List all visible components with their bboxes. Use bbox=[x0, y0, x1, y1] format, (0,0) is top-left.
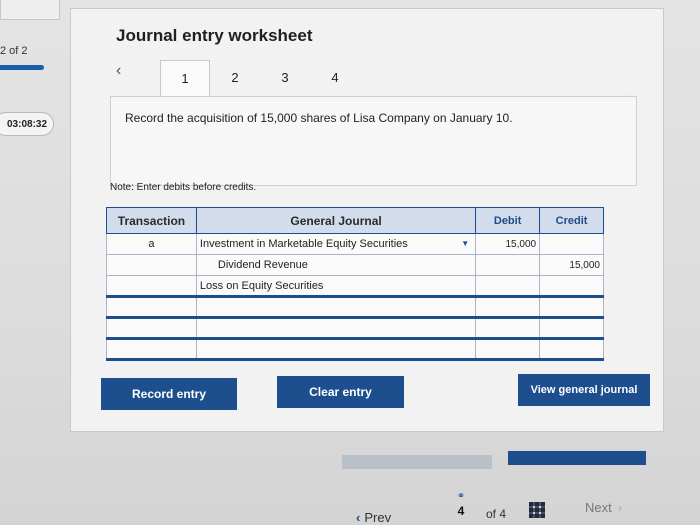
journal-table: Transaction General Journal Debit Credit… bbox=[106, 207, 604, 361]
current-page: 4 bbox=[457, 504, 465, 518]
account-text: Loss on Equity Securities bbox=[199, 279, 324, 292]
question-progress-bar bbox=[0, 65, 44, 70]
gray-progress-bar bbox=[342, 455, 492, 469]
table-row bbox=[106, 296, 604, 319]
page-title: Journal entry worksheet bbox=[116, 26, 313, 45]
prev-button[interactable]: ‹ Prev bbox=[356, 510, 391, 525]
debit-input[interactable] bbox=[475, 317, 541, 340]
page-total: of 4 bbox=[486, 507, 507, 521]
credit-input[interactable]: 15,000 bbox=[539, 254, 604, 276]
account-text: Dividend Revenue bbox=[217, 259, 308, 271]
view-general-journal-button[interactable]: View general journal bbox=[518, 374, 650, 406]
tab-4[interactable]: 4 bbox=[310, 60, 360, 94]
tab-1[interactable]: 1 bbox=[160, 60, 210, 96]
header-transaction: Transaction bbox=[106, 207, 197, 234]
account-select[interactable]: Loss on Equity Securities bbox=[195, 275, 477, 298]
debit-input[interactable] bbox=[475, 275, 541, 298]
entry-tabs: 1 2 3 4 bbox=[160, 60, 360, 96]
debit-input[interactable] bbox=[475, 254, 541, 276]
timer: 03:08:32 bbox=[0, 112, 54, 136]
question-counter: 2 of 2 bbox=[0, 45, 28, 57]
credit-input[interactable] bbox=[539, 317, 604, 340]
account-text: Investment in Marketable Equity Securiti… bbox=[199, 238, 408, 250]
grid-icon[interactable] bbox=[529, 502, 545, 518]
account-select[interactable] bbox=[195, 338, 477, 361]
debit-input[interactable] bbox=[475, 338, 541, 361]
next-button[interactable]: Next › bbox=[585, 500, 622, 515]
record-entry-button[interactable]: Record entry bbox=[101, 378, 237, 410]
tab-3[interactable]: 3 bbox=[260, 60, 310, 94]
table-row: a Investment in Marketable Equity Securi… bbox=[106, 233, 604, 255]
credit-input[interactable] bbox=[539, 296, 604, 319]
transaction-cell[interactable] bbox=[106, 296, 197, 319]
header-debit: Debit bbox=[475, 207, 541, 234]
table-row: Loss on Equity Securities bbox=[106, 275, 604, 298]
account-select[interactable] bbox=[195, 317, 477, 340]
account-select[interactable]: Investment in Marketable Equity Securiti… bbox=[195, 233, 477, 255]
sidebar-top-box bbox=[0, 0, 60, 20]
chevron-left-icon: ‹ bbox=[356, 510, 361, 525]
clear-entry-button[interactable]: Clear entry bbox=[277, 376, 404, 408]
prev-label: Prev bbox=[364, 510, 392, 525]
transaction-cell[interactable] bbox=[106, 275, 197, 298]
note-text: Note: Enter debits before credits. bbox=[110, 182, 257, 193]
transaction-cell[interactable] bbox=[106, 254, 197, 276]
page-selector[interactable]: ⚭ 4 bbox=[450, 490, 472, 520]
next-label: Next bbox=[585, 500, 612, 515]
credit-input[interactable] bbox=[539, 233, 604, 255]
account-select[interactable] bbox=[195, 296, 477, 319]
transaction-cell[interactable]: a bbox=[106, 233, 197, 255]
transaction-cell[interactable] bbox=[106, 338, 197, 361]
link-icon: ⚭ bbox=[456, 491, 466, 502]
prompt-box: Record the acquisition of 15,000 shares … bbox=[110, 96, 637, 186]
table-row bbox=[106, 317, 604, 340]
header-general-journal: General Journal bbox=[195, 207, 477, 234]
table-row: Dividend Revenue 15,000 bbox=[106, 254, 604, 276]
blue-progress-bar bbox=[508, 451, 646, 465]
prompt-text: Record the acquisition of 15,000 shares … bbox=[125, 111, 513, 125]
transaction-cell[interactable] bbox=[106, 317, 197, 340]
header-credit: Credit bbox=[539, 207, 604, 234]
account-select[interactable]: Dividend Revenue bbox=[195, 254, 477, 276]
chevron-left-icon[interactable]: ‹ bbox=[116, 62, 121, 80]
credit-input[interactable] bbox=[539, 275, 604, 298]
dropdown-arrow-icon[interactable]: ▼ bbox=[461, 239, 469, 248]
debit-input[interactable]: 15,000 bbox=[475, 233, 541, 255]
credit-input[interactable] bbox=[539, 338, 604, 361]
chevron-right-icon: › bbox=[617, 500, 623, 515]
debit-input[interactable] bbox=[475, 296, 541, 319]
question-counter-text: 2 of 2 bbox=[0, 45, 28, 57]
tab-2[interactable]: 2 bbox=[210, 60, 260, 94]
timer-text: 03:08:32 bbox=[6, 118, 48, 130]
table-row bbox=[106, 338, 604, 361]
